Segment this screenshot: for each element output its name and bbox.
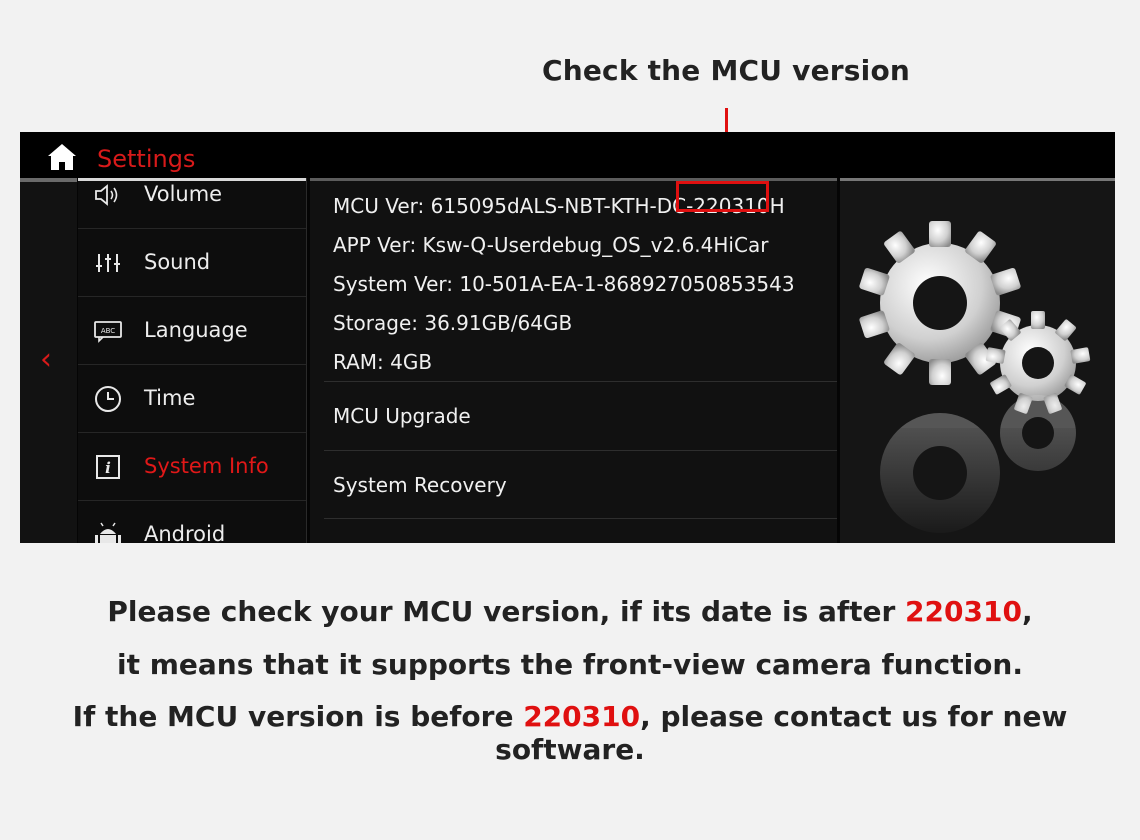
caption-line-1: Please check your MCU version, if its da…	[0, 595, 1140, 628]
menu-item-android[interactable]: Android	[78, 501, 306, 543]
gear-panel	[840, 178, 1115, 543]
menu-item-system-info[interactable]: i System Info	[78, 433, 306, 501]
clock-icon	[93, 365, 123, 432]
system-recovery-button[interactable]: System Recovery	[310, 451, 837, 519]
mcu-date-highlight-box	[676, 181, 769, 212]
android-icon	[93, 501, 123, 543]
caption-line-3: If the MCU version is before 220310, ple…	[0, 700, 1140, 766]
caption-text: ,	[1021, 595, 1033, 628]
caption-date: 220310	[523, 700, 641, 733]
page-title: Settings	[97, 145, 196, 173]
menu-item-label: Sound	[144, 250, 211, 274]
system-version: System Ver: 10-501A-EA-1-868927050853543	[333, 272, 795, 296]
menu-item-language[interactable]: ABC Language	[78, 297, 306, 365]
system-info-panel: MCU Ver: 615095dALS-NBT-KTH-DC-220310H A…	[310, 178, 837, 543]
caption-date: 220310	[905, 595, 1022, 628]
storage-info: Storage: 36.91GB/64GB	[333, 311, 573, 335]
annotation-heading: Check the MCU version	[541, 54, 911, 87]
menu-item-label: System Info	[144, 454, 269, 478]
divider	[324, 518, 837, 519]
top-bar: Settings	[20, 132, 1115, 178]
ram-info: RAM: 4GB	[333, 350, 433, 374]
caption-text: If the MCU version is before	[72, 700, 524, 733]
menu-item-label: Volume	[144, 182, 223, 206]
speaker-icon	[93, 178, 123, 228]
settings-menu: Volume Sound ABC Language Time i System …	[78, 178, 307, 543]
mcu-upgrade-label: MCU Upgrade	[333, 404, 471, 428]
menu-item-label: Time	[144, 386, 196, 410]
caption-line-2: it means that it supports the front-view…	[117, 648, 1023, 681]
app-version: APP Ver: Ksw-Q-Userdebug_OS_v2.6.4HiCar	[333, 233, 769, 257]
menu-item-volume[interactable]: Volume	[78, 178, 306, 229]
back-chevron-icon[interactable]: ‹	[40, 342, 52, 377]
equalizer-icon	[93, 229, 123, 296]
menu-item-sound[interactable]: Sound	[78, 229, 306, 297]
tab-indicator	[20, 178, 77, 182]
home-icon[interactable]	[46, 142, 78, 172]
gears-icon	[840, 221, 1115, 543]
panel-indicator	[840, 178, 1115, 181]
menu-item-label: Android	[144, 522, 226, 543]
keyboard-icon: ABC	[93, 297, 123, 364]
menu-item-time[interactable]: Time	[78, 365, 306, 433]
system-recovery-label: System Recovery	[333, 473, 507, 497]
info-icon: i	[93, 433, 123, 500]
svg-text:i: i	[105, 459, 111, 477]
menu-item-label: Language	[144, 318, 248, 342]
svg-text:ABC: ABC	[101, 327, 115, 335]
caption-text: Please check your MCU version, if its da…	[107, 595, 906, 628]
mcu-upgrade-button[interactable]: MCU Upgrade	[310, 382, 837, 450]
head-unit-screen: Settings ‹ Volume Sound ABC Language Tim…	[20, 132, 1115, 543]
